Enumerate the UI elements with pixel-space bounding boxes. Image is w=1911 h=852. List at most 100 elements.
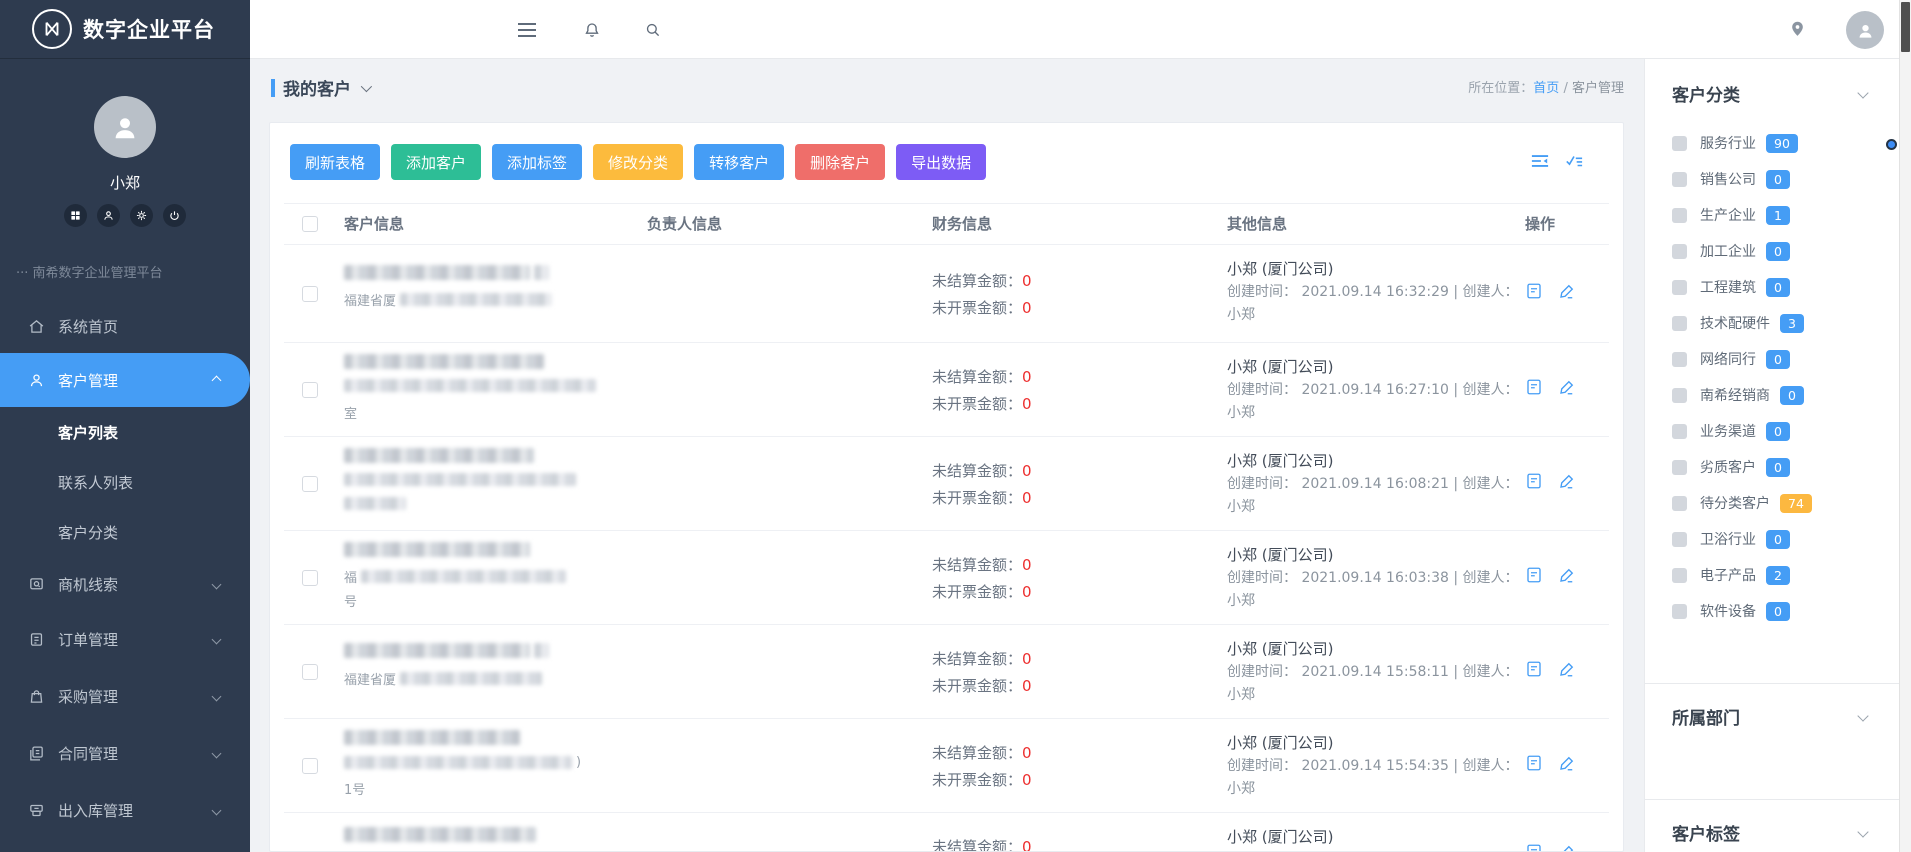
notification-bell-icon[interactable] — [577, 0, 607, 59]
category-item: 软件设备0 — [1672, 593, 1812, 629]
row-checkbox[interactable] — [302, 664, 318, 680]
category-checkbox[interactable] — [1672, 316, 1687, 331]
category-checkbox[interactable] — [1672, 244, 1687, 259]
detail-document-icon[interactable] — [1525, 282, 1543, 300]
table-row: 福建省厦 未结算金额：0 未开票金额：0 小郑 (厦门公司) 创建时间： 202… — [270, 625, 1623, 719]
count-badge: 0 — [1780, 386, 1804, 405]
transfer-customer-button[interactable]: 转移客户 — [694, 144, 784, 180]
sidebar-item-home[interactable]: 系统首页 — [0, 299, 250, 353]
customer-icon — [27, 371, 45, 389]
edit-pencil-icon[interactable] — [1558, 472, 1576, 490]
checklist-icon[interactable] — [1565, 153, 1583, 169]
scrollbar-thumb[interactable] — [1901, 2, 1910, 52]
add-tag-button[interactable]: 添加标签 — [492, 144, 582, 180]
sidebar-item-leads[interactable]: 商机线索 — [0, 557, 250, 611]
category-checkbox[interactable] — [1672, 604, 1687, 619]
section-title-customer-tags: 客户标签 — [1672, 820, 1740, 845]
app-title: 数字企业平台 — [83, 14, 215, 44]
category-checkbox[interactable] — [1672, 424, 1687, 439]
detail-document-icon[interactable] — [1525, 378, 1543, 396]
location-pin-icon[interactable] — [1782, 0, 1812, 59]
category-checkbox[interactable] — [1672, 568, 1687, 583]
category-checkbox[interactable] — [1672, 136, 1687, 151]
other-info-cell: 小郑 (厦门公司) 创建时间： 2021.09.14 16:32:29 | 创建… — [1227, 257, 1527, 327]
chevron-down-icon[interactable] — [1857, 826, 1868, 837]
detail-document-icon[interactable] — [1525, 566, 1543, 584]
sidebar-subitem-customer-list[interactable]: 客户列表 — [0, 407, 250, 457]
sidebar-item-contracts[interactable]: 合同管理 — [0, 725, 250, 782]
detail-document-icon[interactable] — [1525, 843, 1543, 852]
detail-document-icon[interactable] — [1525, 660, 1543, 678]
settings-gear-icon[interactable] — [130, 204, 153, 227]
category-checkbox[interactable] — [1672, 208, 1687, 223]
column-settings-icon[interactable] — [1531, 153, 1549, 169]
edit-pencil-icon[interactable] — [1558, 378, 1576, 396]
page-scrollbar[interactable] — [1899, 0, 1911, 852]
detail-document-icon[interactable] — [1525, 754, 1543, 772]
category-item: 劣质客户0 — [1672, 449, 1812, 485]
sidebar-item-purchasing[interactable]: 采购管理 — [0, 668, 250, 725]
category-checkbox[interactable] — [1672, 460, 1687, 475]
hamburger-menu-icon[interactable] — [512, 0, 542, 59]
sidebar-avatar[interactable] — [94, 96, 156, 158]
other-info-cell: 小郑 (厦门公司) 创建时间： 2021.09.14 15:58:11 | 创建… — [1227, 637, 1527, 707]
table-row: 福建省厦 未结算金额：0 未开票金额：0 小郑 (厦门公司) 创建时间： 202… — [270, 245, 1623, 343]
customer-cell: 福 号 — [344, 531, 674, 625]
warehouse-icon — [27, 802, 45, 820]
profile-icon[interactable] — [97, 204, 120, 227]
delete-customer-button[interactable]: 删除客户 — [795, 144, 885, 180]
edit-category-button[interactable]: 修改分类 — [593, 144, 683, 180]
sidebar-subitem-contact-list[interactable]: 联系人列表 — [0, 457, 250, 507]
row-checkbox[interactable] — [302, 570, 318, 586]
edit-pencil-icon[interactable] — [1558, 566, 1576, 584]
count-badge: 0 — [1766, 350, 1790, 369]
category-checkbox[interactable] — [1672, 496, 1687, 511]
add-customer-button[interactable]: 添加客户 — [391, 144, 481, 180]
orders-icon — [27, 631, 45, 649]
page-title: 我的客户 — [283, 75, 351, 100]
edit-pencil-icon[interactable] — [1558, 843, 1576, 852]
main-content: 我的客户 所在位置：首页 / 客户管理 刷新表格 添加客户 添加标签 修改分类 … — [250, 59, 1911, 852]
other-info-cell: 小郑 (厦门公司) — [1227, 825, 1527, 849]
category-checkbox[interactable] — [1672, 172, 1687, 187]
category-checkbox[interactable] — [1672, 280, 1687, 295]
count-badge: 0 — [1766, 602, 1790, 621]
row-checkbox[interactable] — [302, 286, 318, 302]
row-checkbox[interactable] — [302, 382, 318, 398]
row-checkbox[interactable] — [302, 758, 318, 774]
sidebar-item-customers[interactable]: 客户管理 — [0, 353, 250, 407]
export-data-button[interactable]: 导出数据 — [896, 144, 986, 180]
power-icon[interactable] — [163, 204, 186, 227]
category-item: 加工企业0 — [1672, 233, 1812, 269]
select-all-checkbox[interactable] — [302, 216, 318, 232]
edit-pencil-icon[interactable] — [1558, 282, 1576, 300]
detail-document-icon[interactable] — [1525, 472, 1543, 490]
sidebar-item-warehouse[interactable]: 出入库管理 — [0, 782, 250, 839]
creator-text: 小郑 — [1227, 304, 1527, 327]
table-row: ) 1号 未结算金额：0 未开票金额：0 小郑 (厦门公司) 创建时间： 202… — [270, 719, 1623, 813]
sidebar-subitem-customer-category[interactable]: 客户分类 — [0, 507, 250, 557]
topbar-avatar[interactable] — [1846, 11, 1884, 49]
owner-text: 小郑 (厦门公司) — [1227, 257, 1527, 281]
category-checkbox[interactable] — [1672, 352, 1687, 367]
apps-grid-icon[interactable] — [64, 204, 87, 227]
sidebar-item-orders[interactable]: 订单管理 — [0, 611, 250, 668]
category-checkbox[interactable] — [1672, 532, 1687, 547]
edit-pencil-icon[interactable] — [1558, 660, 1576, 678]
card-tools — [1531, 153, 1583, 169]
category-checkbox[interactable] — [1672, 388, 1687, 403]
breadcrumb-home-link[interactable]: 首页 — [1533, 81, 1559, 96]
search-icon[interactable] — [638, 0, 668, 59]
title-chevron-down-icon[interactable] — [361, 80, 372, 91]
chevron-down-icon[interactable] — [1857, 710, 1868, 721]
row-checkbox[interactable] — [302, 476, 318, 492]
category-item: 服务行业90 — [1672, 125, 1812, 161]
edit-pencil-icon[interactable] — [1558, 754, 1576, 772]
customer-cell — [344, 437, 674, 531]
platform-label: ··· 南希数字企业管理平台 — [16, 262, 163, 281]
count-badge: 0 — [1766, 170, 1790, 189]
chevron-down-icon[interactable] — [1857, 87, 1868, 98]
floating-handle-dot[interactable] — [1886, 139, 1897, 150]
table-body: 福建省厦 未结算金额：0 未开票金额：0 小郑 (厦门公司) 创建时间： 202… — [270, 245, 1623, 852]
refresh-table-button[interactable]: 刷新表格 — [290, 144, 380, 180]
